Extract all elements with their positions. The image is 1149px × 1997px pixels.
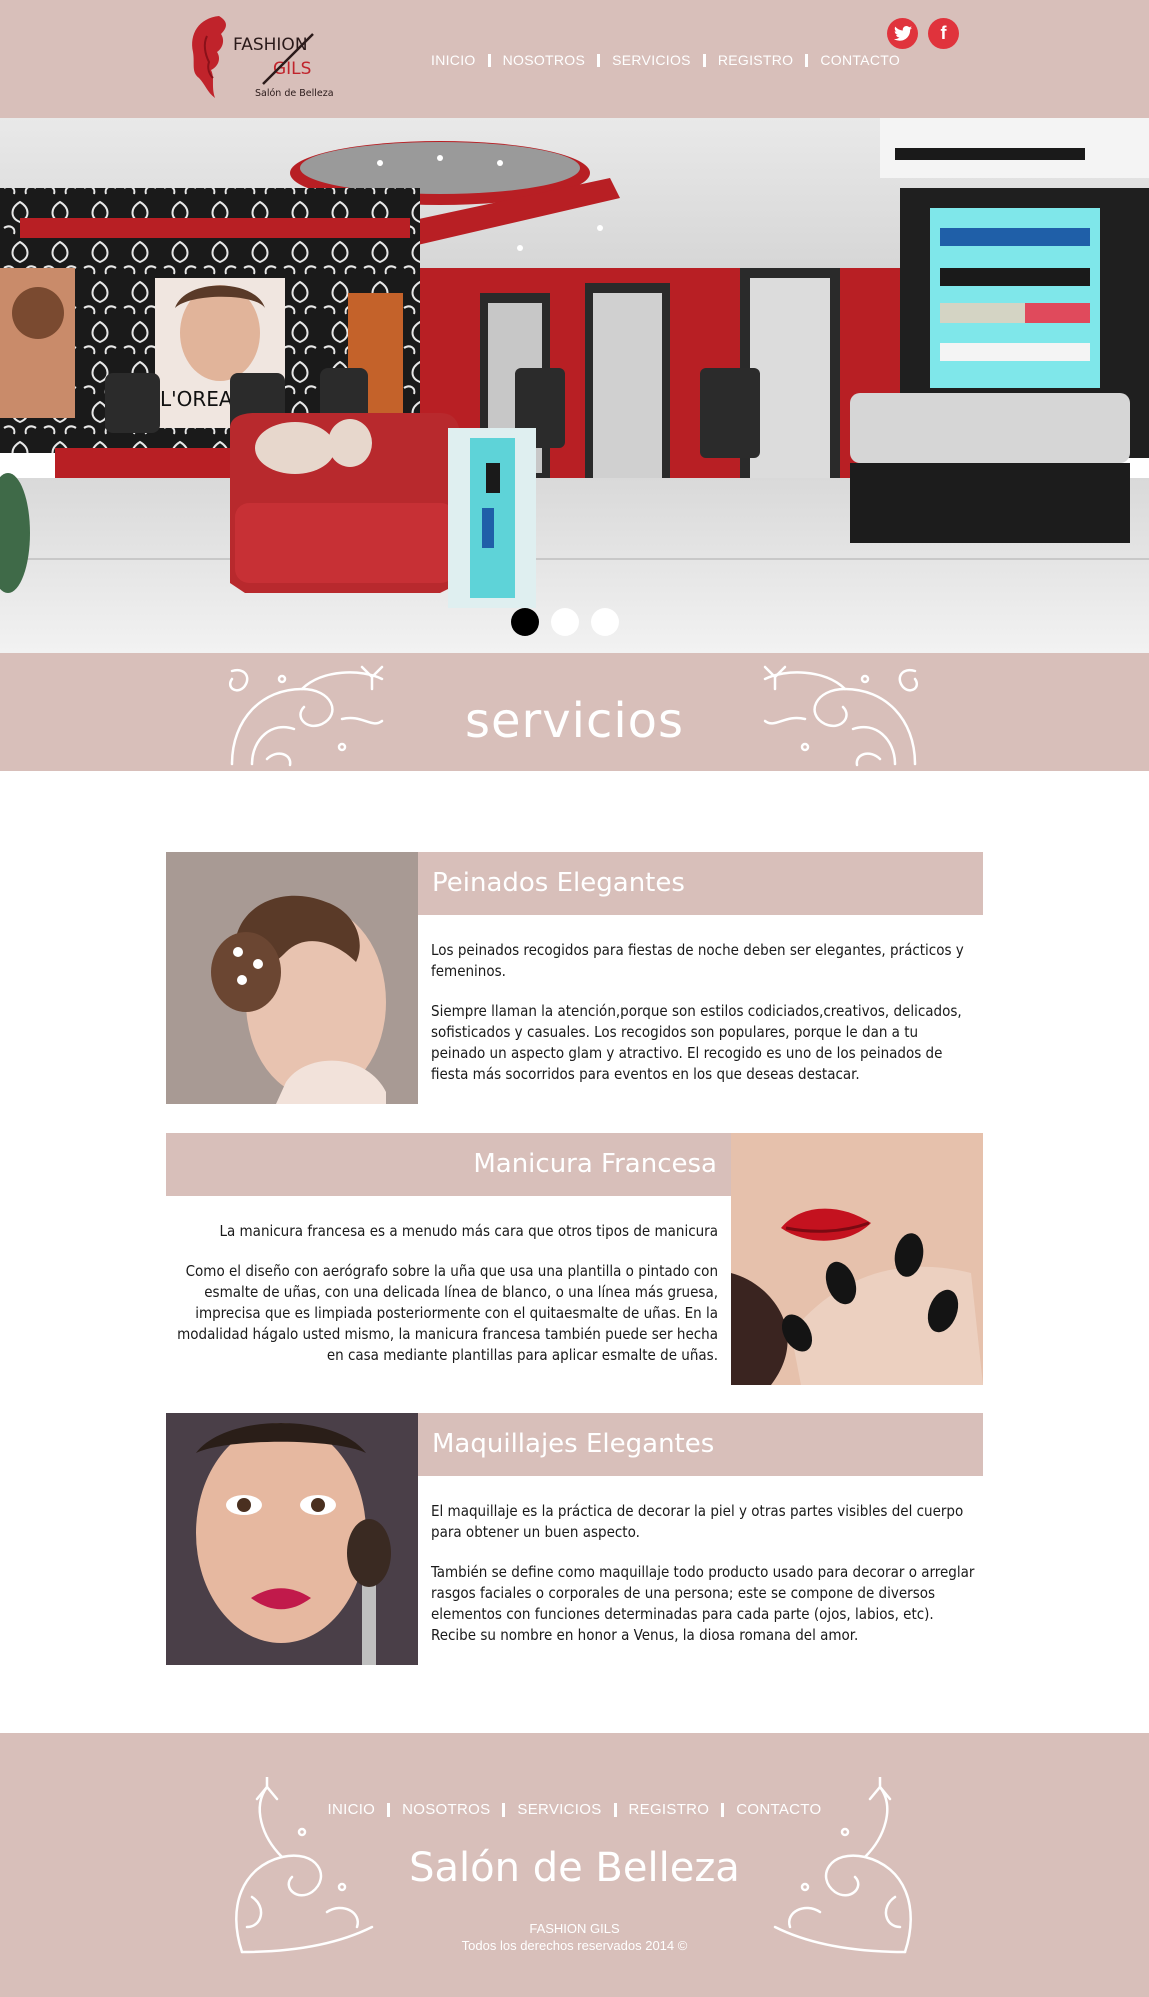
service-manicura: Manicura Francesa La manicura francesa e… [166, 1133, 983, 1385]
facebook-glyph: f [940, 23, 947, 43]
facebook-icon: f [928, 18, 959, 49]
nav-registro[interactable]: REGISTRO [718, 52, 794, 68]
main-nav: INICIO NOSOTROS SERVICIOS REGISTRO CONTA… [431, 52, 900, 68]
service-title: Peinados Elegantes [432, 868, 685, 898]
service-image-manicura [731, 1133, 983, 1385]
site-footer: INICIO NOSOTROS SERVICIOS REGISTRO CONTA… [0, 1733, 1149, 1997]
service-header-peinados: Peinados Elegantes [418, 852, 983, 915]
hero-slider[interactable]: L'OREAL [0, 118, 1149, 653]
service-paragraph: El maquillaje es la práctica de decorar … [431, 1502, 964, 1541]
footer-nav-servicios[interactable]: SERVICIOS [517, 1801, 601, 1818]
footer-copyright: Todos los derechos reservados 2014 © [461, 1938, 688, 1953]
slider-dot-1[interactable] [511, 608, 539, 636]
footer-title: Salón de Belleza [409, 1845, 740, 1891]
nav-separator [487, 53, 491, 67]
service-description: Los peinados recogidos para fiestas de n… [431, 940, 976, 1104]
site-logo[interactable]: FASHION GILS Salón de Belleza [185, 12, 335, 104]
nav-separator [721, 1802, 725, 1817]
service-image-maquillajes [166, 1413, 418, 1665]
service-paragraph: También se define como maquillaje todo p… [431, 1563, 975, 1644]
slider-dot-2[interactable] [551, 608, 579, 636]
nav-separator [387, 1802, 391, 1817]
nav-inicio[interactable]: INICIO [431, 52, 476, 68]
slider-dot-3[interactable] [591, 608, 619, 636]
footer-ornament-right-icon [773, 1777, 912, 1954]
service-paragraph: Como el diseño con aerógrafo sobre la uñ… [177, 1262, 718, 1364]
service-description: El maquillaje es la práctica de decorar … [431, 1501, 976, 1665]
service-image-peinados [166, 852, 418, 1104]
nav-separator [702, 53, 706, 67]
footer-nav-inicio[interactable]: INICIO [328, 1801, 376, 1818]
footer-brand: FASHION GILS [529, 1921, 620, 1936]
nav-nosotros[interactable]: NOSOTROS [503, 52, 586, 68]
service-title: Manicura Francesa [473, 1149, 717, 1179]
nav-separator [805, 53, 809, 67]
service-paragraph: La manicura francesa es a menudo más car… [219, 1222, 718, 1240]
logo-graphic: FASHION GILS Salón de Belleza [192, 16, 334, 99]
footer-nav: INICIO NOSOTROS SERVICIOS REGISTRO CONTA… [0, 1801, 1149, 1818]
service-peinados: Peinados Elegantes Los peinados recogido… [166, 852, 983, 1104]
site-header: FASHION GILS Salón de Belleza INICIO NOS… [0, 0, 1149, 118]
footer-nav-nosotros[interactable]: NOSOTROS [402, 1801, 490, 1818]
service-title: Maquillajes Elegantes [432, 1429, 715, 1459]
slider-dots [511, 608, 631, 636]
services-banner: servicios [0, 653, 1149, 771]
service-paragraph: Los peinados recogidos para fiestas de n… [431, 941, 964, 980]
nav-separator [613, 1802, 617, 1817]
services-title: servicios [464, 693, 685, 749]
nav-servicios[interactable]: SERVICIOS [612, 52, 691, 68]
twitter-icon [887, 18, 918, 49]
ornament-right-icon [763, 665, 919, 767]
nav-separator [597, 53, 601, 67]
salon-interior-image: L'OREAL [0, 118, 1149, 653]
twitter-link[interactable] [887, 18, 918, 49]
service-description: La manicura francesa es a menudo más car… [172, 1221, 718, 1385]
service-header-manicura: Manicura Francesa [166, 1133, 731, 1196]
nav-contacto[interactable]: CONTACTO [820, 52, 900, 68]
service-header-maquillajes: Maquillajes Elegantes [418, 1413, 983, 1476]
logo-tagline: Salón de Belleza [255, 88, 334, 99]
service-paragraph: Siempre llaman la atención,porque son es… [431, 1002, 962, 1083]
facebook-link[interactable]: f [928, 18, 959, 49]
footer-nav-registro[interactable]: REGISTRO [629, 1801, 710, 1818]
service-maquillajes: Maquillajes Elegantes El maquillaje es l… [166, 1413, 983, 1665]
nav-separator [502, 1802, 506, 1817]
